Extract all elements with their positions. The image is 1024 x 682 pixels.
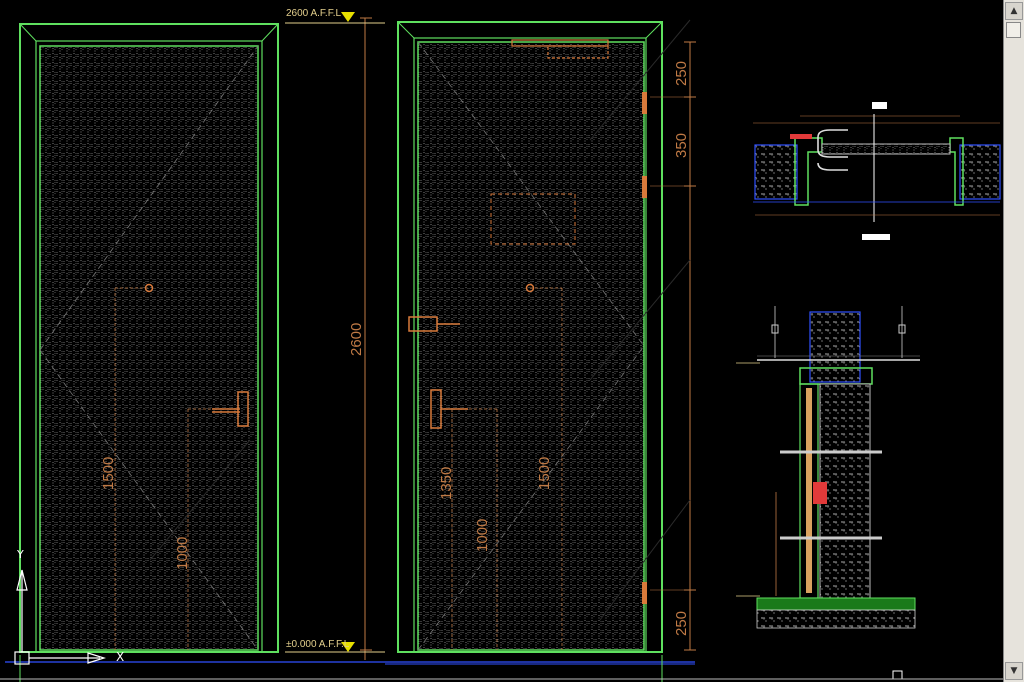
dimension-350: 350: [673, 132, 690, 158]
left-door-dim-1500: 1500: [100, 456, 117, 490]
plan-section-detail[interactable]: [753, 102, 1001, 240]
chevron-up-icon: ▲: [1010, 6, 1018, 16]
detail-tag: [862, 234, 890, 240]
dimension-250-top: 250: [673, 60, 690, 86]
right-door-elevation[interactable]: [397, 21, 663, 653]
chevron-down-icon: ▼: [1010, 666, 1018, 676]
right-door-dim-1350: 1350: [438, 466, 455, 500]
left-door-dim-1000: 1000: [174, 536, 191, 570]
right-door-dim-1000: 1000: [474, 518, 491, 552]
overall-height-dimension: 2600: [348, 322, 365, 356]
vertical-scrollbar[interactable]: ▲ ▼: [1003, 0, 1024, 682]
left-door-elevation[interactable]: [19, 23, 279, 653]
paper-space-marker: [892, 670, 903, 680]
scroll-up-button[interactable]: ▲: [1005, 2, 1023, 20]
scroll-thumb[interactable]: [1006, 22, 1021, 38]
right-door-dim-1500: 1500: [536, 456, 553, 490]
ucs-x-label: X: [116, 650, 125, 664]
cad-drawing-viewport[interactable]: 2600 A.F.F.L ±0.000 A.F.F.L 2600 250 350…: [0, 0, 1003, 682]
level-top-label: 2600 A.F.F.L: [286, 8, 342, 19]
level-bottom-label: ±0.000 A.F.F.L: [286, 639, 350, 650]
vertical-section-detail[interactable]: [736, 306, 920, 629]
scroll-down-button[interactable]: ▼: [1005, 662, 1023, 680]
detail-tag: [872, 102, 887, 109]
cad-drawing-canvas[interactable]: [0, 0, 1003, 682]
dimension-250-bottom: 250: [673, 610, 690, 636]
ucs-y-label: Y: [17, 548, 24, 561]
